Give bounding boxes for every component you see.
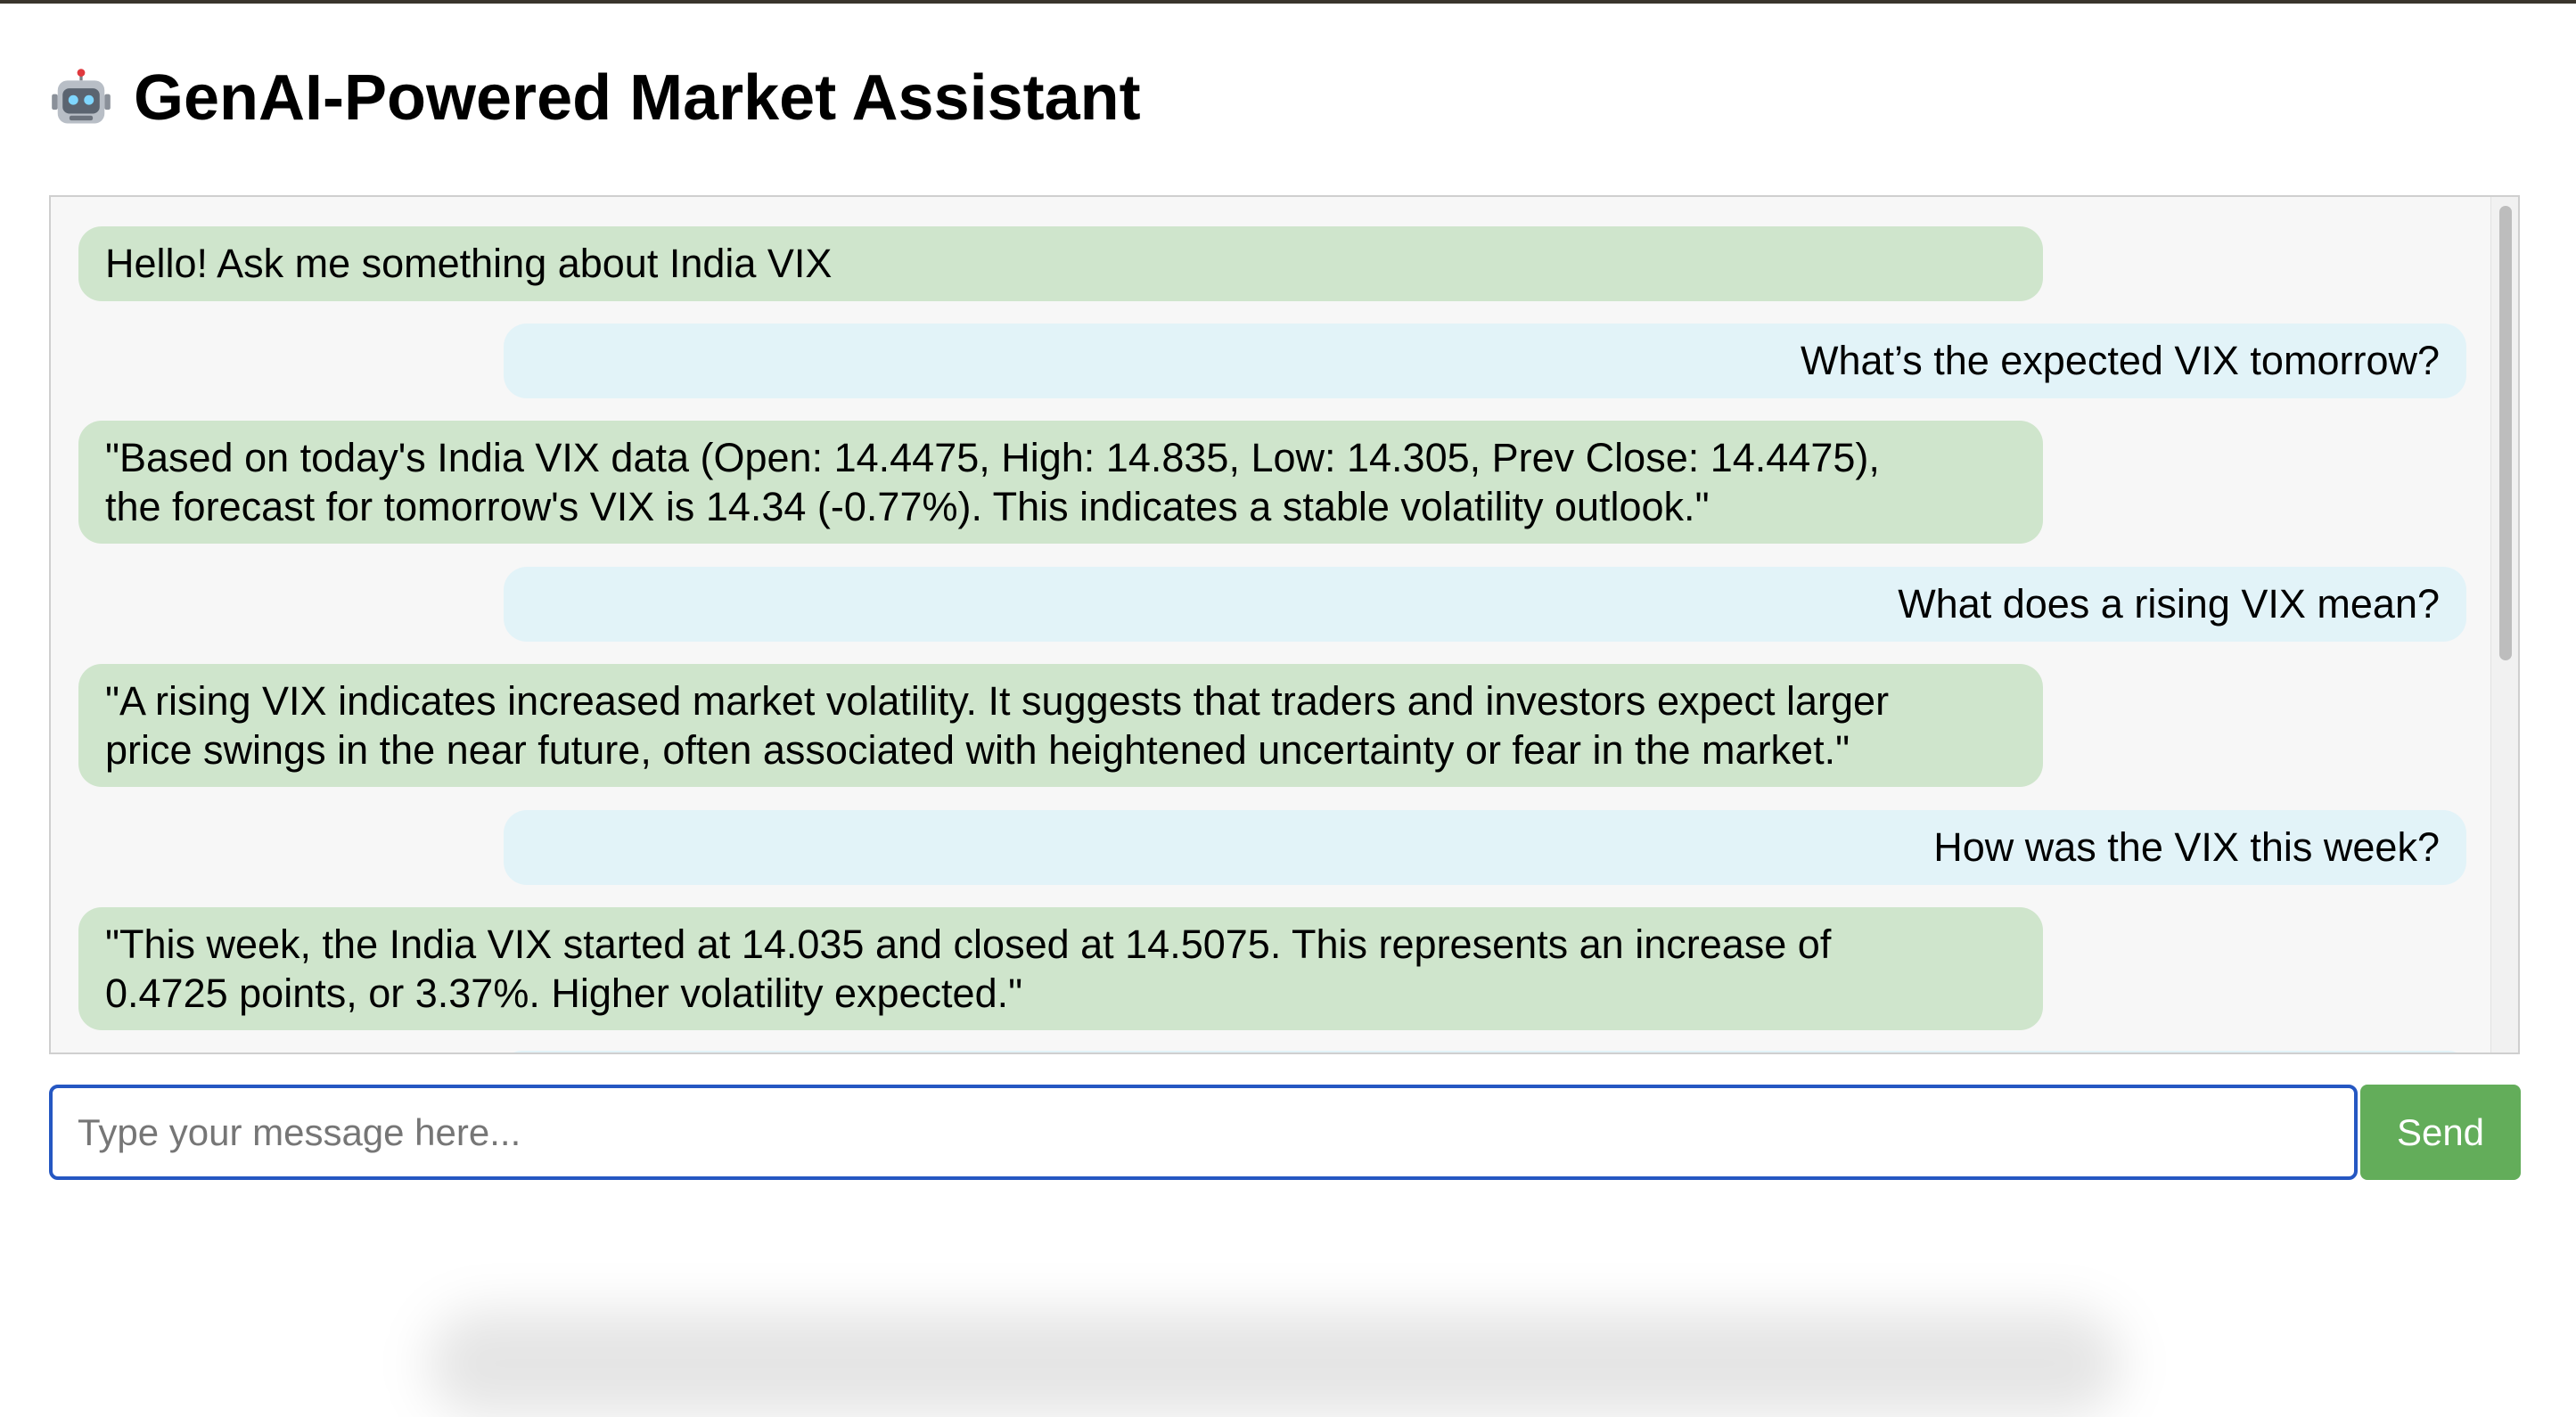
bot-message: "A rising VIX indicates increased market… [78,664,2043,787]
chat-scrollbar-thumb[interactable] [2499,206,2512,660]
message-line: What does a rising VIX mean? [1898,581,2440,627]
robot-icon [52,69,111,124]
bot-message: "Based on today's India VIX data (Open: … [78,421,2043,544]
next-message-edge [504,1051,2466,1053]
message-line: How was the VIX this week? [1933,824,2440,870]
user-message: What does a rising VIX mean? [504,567,2466,642]
message-line: the forecast for tomorrow's VIX is 14.34… [105,484,1710,529]
message-line: "This week, the India VIX started at 14.… [105,921,1832,967]
bot-message: Hello! Ask me something about India VIX [78,226,2043,301]
chat-history[interactable]: Hello! Ask me something about India VIX … [49,195,2520,1054]
message-line: "A rising VIX indicates increased market… [105,678,1890,724]
message-line: What’s the expected VIX tomorrow? [1800,338,2440,383]
message-line: Hello! Ask me something about India VIX [105,241,833,286]
page-title-text: GenAI-Powered Market Assistant [134,62,1141,134]
message-input[interactable] [49,1085,2358,1180]
window-shadow [428,1310,2121,1417]
page-title: GenAI-Powered Market Assistant [50,61,1141,135]
send-button[interactable]: Send [2360,1085,2521,1180]
bot-message: "This week, the India VIX started at 14.… [78,907,2043,1030]
message-line: "Based on today's India VIX data (Open: … [105,435,1880,480]
message-line: 0.4725 points, or 3.37%. Higher volatili… [105,971,1023,1016]
window-top-border [0,0,2576,4]
user-message: What’s the expected VIX tomorrow? [504,324,2466,398]
message-line: price swings in the near future, often a… [105,727,1850,773]
chat-scrollbar[interactable] [2490,197,2518,1053]
user-message: How was the VIX this week? [504,810,2466,885]
